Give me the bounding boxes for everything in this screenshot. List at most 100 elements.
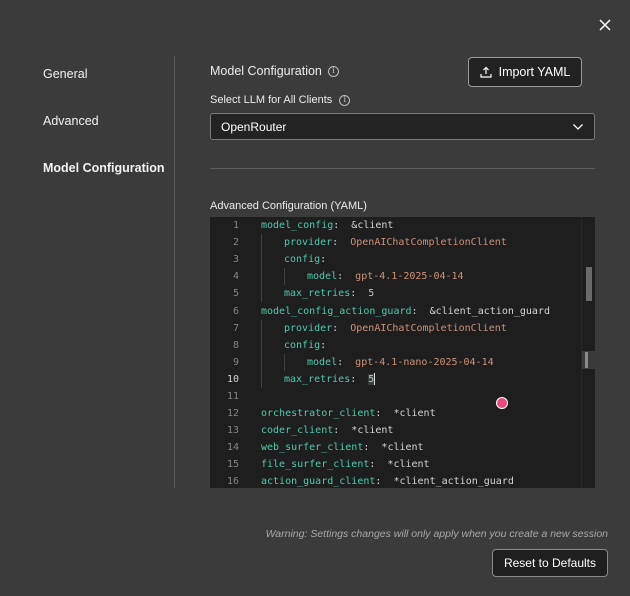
editor-line[interactable]: 12 orchestrator_client: *client [210, 405, 595, 422]
scrollbar-marker-line [585, 352, 588, 368]
code-token: : *client_action_guard [375, 476, 514, 488]
info-icon[interactable]: i [327, 65, 339, 77]
indent-guide [284, 353, 285, 371]
editor-line[interactable]: 2 provider: OpenAIChatCompletionClient [210, 234, 595, 252]
line-number: 3 [232, 254, 239, 266]
editor-line[interactable]: 7 provider: OpenAIChatCompletionClient [210, 319, 595, 337]
code-token: action_guard_client [261, 476, 376, 488]
advanced-config-label: Advanced Configuration (YAML) [210, 200, 367, 212]
reset-defaults-button[interactable]: Reset to Defaults [492, 549, 608, 577]
settings-sidebar: General Advanced Model Configuration [0, 56, 175, 488]
editor-line[interactable]: 16 action_guard_client: *client_action_gu… [210, 473, 595, 488]
editor-line[interactable]: 10 max_retries: 5 [210, 370, 595, 388]
line-code: config: [239, 251, 326, 269]
code-token: model_config [261, 220, 334, 232]
editor-line[interactable]: 9 model: gpt-4.1-nano-2025-04-14 [210, 353, 595, 371]
code-token: orchestrator_client [261, 408, 376, 420]
editor-line[interactable]: 3 config: [210, 251, 595, 269]
line-code: web_surfer_client: *client [239, 439, 424, 456]
editor-line[interactable]: 8 config: [210, 336, 595, 354]
line-code: max_retries: 5 [239, 285, 375, 303]
editor-line[interactable]: 6 model_config_action_guard: &client_acti… [210, 302, 595, 319]
pointer-indicator [496, 397, 508, 409]
indent-guide [261, 251, 262, 269]
line-number: 14 [226, 442, 239, 454]
code-token: : *client [375, 408, 436, 420]
import-yaml-button[interactable]: Import YAML [468, 57, 582, 87]
editor-line[interactable]: 14 web_surfer_client: *client [210, 439, 595, 456]
code-token: web_surfer_client [261, 442, 364, 454]
code-token: file_surfer_client [261, 459, 370, 471]
line-code: coder_client: *client [239, 422, 393, 439]
editor-line[interactable]: 11 [210, 388, 595, 405]
settings-warning: Warning: Settings changes will only appl… [265, 528, 608, 540]
code-token: : &client [333, 220, 394, 232]
editor-line[interactable]: 1 model_config: &client [210, 217, 595, 234]
import-yaml-label: Import YAML [498, 65, 571, 79]
code-token: : [350, 373, 369, 385]
chevron-down-icon [573, 124, 583, 130]
info-icon[interactable]: i [339, 94, 351, 106]
indent-guide [261, 234, 262, 252]
line-number: 13 [226, 425, 239, 437]
close-button[interactable] [594, 14, 616, 36]
code-token: provider [284, 237, 333, 249]
indent-guide [261, 268, 262, 286]
code-token: model_config_action_guard [261, 305, 412, 317]
editor-line[interactable]: 15 file_surfer_client: *client [210, 456, 595, 473]
close-icon [599, 19, 611, 31]
code-token: : &client_action_guard [411, 305, 550, 317]
editor-lines: 1 model_config: &client 2 provider: OpenAIC… [210, 217, 595, 488]
code-token: : *client [363, 442, 424, 454]
code-token: coder_client [261, 425, 334, 437]
line-number: 16 [226, 476, 239, 488]
llm-select-value: OpenRouter [221, 119, 287, 134]
upload-icon [479, 66, 492, 78]
line-code: provider: OpenAIChatCompletionClient [239, 234, 507, 252]
code-token: gpt-4.1-nano-2025-04-14 [355, 356, 494, 368]
code-token: : [332, 237, 351, 249]
code-token: max_retries [284, 373, 351, 385]
code-token: : [337, 356, 356, 368]
editor-scrollbar[interactable] [581, 217, 595, 488]
indent-guide [284, 268, 285, 286]
section-title-text: Model Configuration [210, 64, 322, 78]
llm-select[interactable]: OpenRouter [210, 113, 595, 140]
code-token: : [350, 288, 369, 300]
line-number: 2 [232, 237, 239, 249]
line-number: 1 [232, 220, 239, 232]
sidebar-item-model-configuration[interactable]: Model Configuration [43, 161, 165, 175]
text-cursor [374, 373, 376, 386]
line-code: provider: OpenAIChatCompletionClient [239, 319, 507, 337]
line-number: 6 [232, 305, 239, 317]
line-number: 15 [226, 459, 239, 471]
line-code: model_config_action_guard: &client_actio… [239, 302, 550, 319]
sidebar-item-general[interactable]: General [43, 67, 87, 81]
code-token: gpt-4.1-2025-04-14 [355, 271, 464, 283]
indent-guide [261, 285, 262, 303]
line-number: 4 [232, 271, 239, 283]
line-code: model: gpt-4.1-nano-2025-04-14 [239, 353, 494, 371]
editor-line[interactable]: 13 coder_client: *client [210, 422, 595, 439]
code-token: max_retries [284, 288, 351, 300]
line-number: 11 [226, 390, 239, 402]
editor-line[interactable]: 5 max_retries: 5 [210, 285, 595, 303]
editor-line[interactable]: 4 model: gpt-4.1-2025-04-14 [210, 268, 595, 286]
line-number: 5 [232, 288, 239, 300]
code-token: 5 [368, 288, 375, 300]
indent-guide [261, 370, 262, 388]
select-llm-label-text: Select LLM for All Clients [210, 94, 333, 106]
yaml-editor[interactable]: 1 model_config: &client 2 provider: OpenAIC… [210, 217, 595, 488]
code-token: model [307, 356, 338, 368]
line-code: action_guard_client: *client_action_guar… [239, 473, 514, 488]
code-token: OpenAIChatCompletionClient [350, 322, 507, 334]
line-code: model_config: &client [239, 217, 393, 234]
scrollbar-thumb[interactable] [586, 267, 592, 301]
code-token: : *client [333, 425, 394, 437]
code-token: OpenAIChatCompletionClient [350, 237, 507, 249]
code-token: : [337, 271, 356, 283]
code-token: model [307, 271, 338, 283]
sidebar-item-advanced[interactable]: Advanced [43, 114, 99, 128]
section-title: Model Configuration i [210, 64, 339, 78]
